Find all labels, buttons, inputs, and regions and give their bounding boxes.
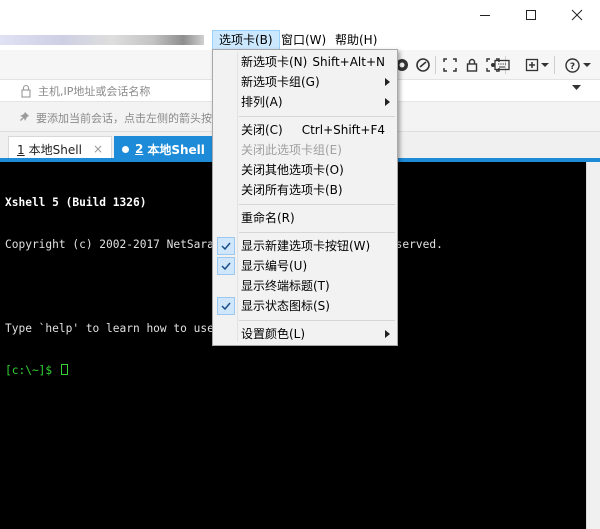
menu-item-label: 关闭其他选项卡(O)	[241, 163, 344, 177]
minimize-icon	[480, 15, 490, 16]
menu-item-show-number[interactable]: 显示编号(U)	[214, 256, 396, 276]
maximize-icon	[526, 10, 536, 20]
menu-item-label: 显示新建选项卡按钮(W)	[241, 239, 371, 253]
lock-icon	[21, 84, 31, 98]
checkmark-icon	[217, 297, 235, 315]
close-button[interactable]	[554, 0, 600, 30]
menu-item-close[interactable]: 关闭(C) Ctrl+Shift+F4	[214, 120, 396, 140]
address-placeholder: 主机,IP地址或会话名称	[38, 85, 151, 98]
help-button[interactable]: ?	[563, 56, 581, 74]
menu-item-label: 关闭此选项卡组(E)	[241, 143, 342, 157]
menu-item-label: 显示状态图标(S)	[241, 299, 330, 313]
keyboard-icon	[494, 59, 510, 71]
new-tab-button[interactable]	[523, 56, 541, 74]
tab-number: 2	[135, 142, 144, 156]
tabs-menu-dropdown: 新选项卡(N) Shift+Alt+N 新选项卡组(G) 排列(A) 关闭(C)…	[212, 49, 398, 346]
menu-item-new-tab-group[interactable]: 新选项卡组(G)	[214, 72, 396, 92]
fullscreen-button[interactable]	[441, 56, 459, 74]
menu-item-close-other-tabs[interactable]: 关闭其他选项卡(O)	[214, 160, 396, 180]
menu-item-label: 关闭所有选项卡(B)	[241, 183, 343, 197]
submenu-arrow-icon	[385, 98, 390, 106]
menu-item-label: 新选项卡组(G)	[241, 75, 320, 89]
xftp-icon	[416, 58, 430, 72]
menu-item-arrange[interactable]: 排列(A)	[214, 92, 396, 112]
submenu-arrow-icon	[385, 330, 390, 338]
help-dropdown[interactable]	[582, 56, 592, 74]
menu-item-set-color[interactable]: 设置颜色(L)	[214, 324, 396, 344]
fullscreen-icon	[443, 58, 457, 72]
menu-window[interactable]: 窗口(W)	[275, 30, 332, 50]
add-box-icon	[525, 58, 539, 72]
tab-close-icon[interactable]: ×	[93, 142, 103, 156]
obscured-menu-area	[0, 35, 204, 45]
terminal-scrollbar[interactable]	[586, 162, 600, 529]
menu-item-label: 设置颜色(L)	[241, 327, 306, 341]
menu-item-label: 排列(A)	[241, 95, 283, 109]
menu-item-new-tab[interactable]: 新选项卡(N) Shift+Alt+N	[214, 52, 396, 72]
help-icon: ?	[564, 57, 580, 73]
session-hint-text: 要添加当前会话，点击左侧的箭头按	[36, 112, 212, 125]
new-tab-dropdown[interactable]	[540, 56, 550, 74]
tab-title: 本地Shell	[28, 143, 82, 157]
menu-item-show-status-icon[interactable]: 显示状态图标(S)	[214, 296, 396, 316]
chevron-down-icon	[541, 63, 549, 67]
menu-item-label: 新选项卡(N)	[241, 55, 308, 69]
close-icon	[571, 9, 583, 21]
lock-icon	[466, 58, 478, 72]
minimize-button[interactable]	[462, 0, 508, 30]
menu-separator	[239, 232, 395, 233]
chevron-down-icon	[583, 63, 591, 67]
title-bar	[0, 0, 600, 30]
menu-item-close-all-tabs[interactable]: 关闭所有选项卡(B)	[214, 180, 396, 200]
menu-item-label: 关闭(C)	[241, 123, 283, 137]
toolbar-separator	[554, 56, 555, 74]
checkmark-icon	[217, 237, 235, 255]
menu-help[interactable]: 帮助(H)	[329, 30, 383, 50]
menu-item-label: 显示编号(U)	[241, 259, 308, 273]
tab-title: 本地Shell	[147, 142, 205, 157]
keyboard-button[interactable]	[493, 56, 511, 74]
toolbar-separator	[435, 56, 436, 74]
menu-item-show-terminal-title[interactable]: 显示终端标题(T)	[214, 276, 396, 296]
terminal-prompt-line: [c:\~]$	[5, 364, 586, 378]
menu-item-label: 重命名(R)	[241, 211, 295, 225]
menu-separator	[239, 320, 395, 321]
menu-item-close-tab-group[interactable]: 关闭此选项卡组(E)	[214, 140, 396, 160]
menu-item-shortcut: Shift+Alt+N	[312, 55, 385, 69]
submenu-arrow-icon	[385, 78, 390, 86]
cursor-icon	[60, 364, 68, 375]
terminal-prompt: [c:\~]$	[5, 364, 59, 377]
chevron-down-icon[interactable]	[572, 85, 581, 91]
menu-separator	[239, 204, 395, 205]
menu-item-show-new-tab-button[interactable]: 显示新建选项卡按钮(W)	[214, 236, 396, 256]
checkmark-icon	[217, 257, 235, 275]
menu-tabs[interactable]: 选项卡(B)	[212, 30, 280, 50]
menu-bar: 选项卡(B) 窗口(W) 帮助(H)	[0, 30, 600, 50]
tab-number: 1	[17, 142, 25, 157]
status-dot-icon	[122, 145, 129, 153]
lock-button[interactable]	[463, 56, 481, 74]
pin-icon	[20, 112, 29, 121]
xftp-button[interactable]	[414, 56, 432, 74]
menu-item-rename[interactable]: 重命名(R)	[214, 208, 396, 228]
menu-item-label: 显示终端标题(T)	[241, 279, 330, 293]
maximize-button[interactable]	[508, 0, 554, 30]
svg-text:?: ?	[569, 62, 574, 72]
menu-item-shortcut: Ctrl+Shift+F4	[301, 123, 385, 137]
menu-separator	[239, 116, 395, 117]
